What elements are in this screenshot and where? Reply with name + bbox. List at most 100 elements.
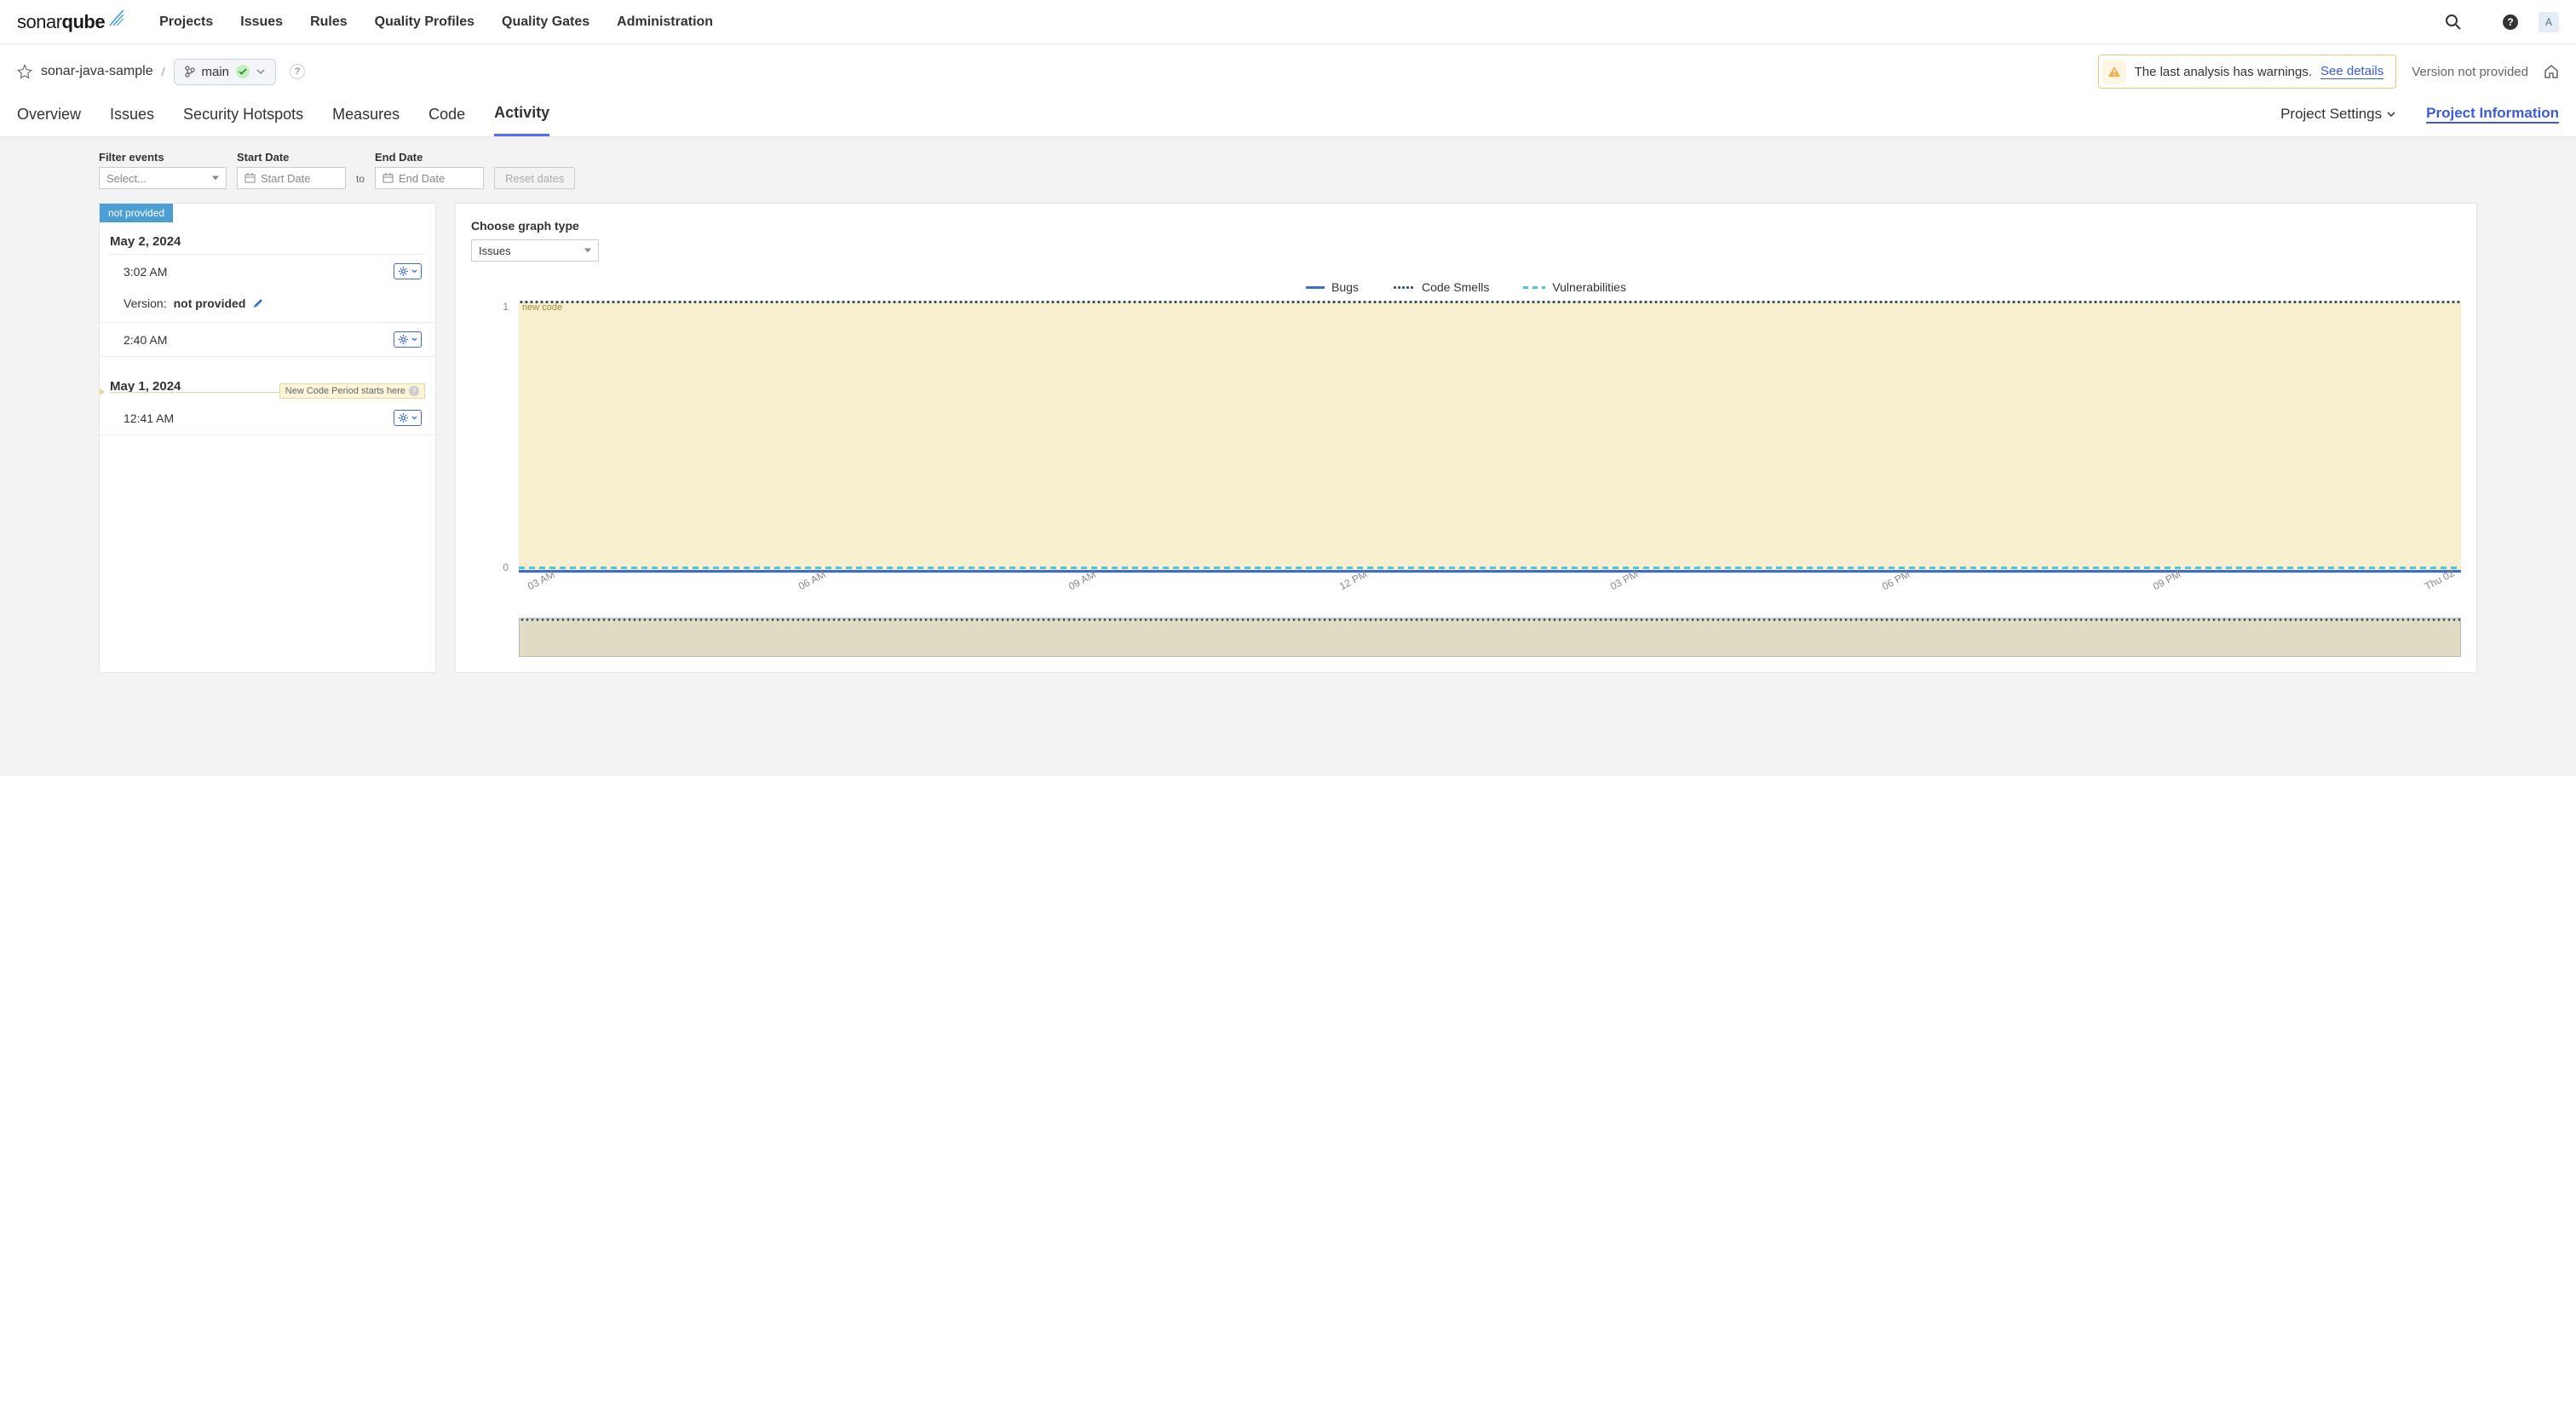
project-settings-dropdown[interactable]: Project Settings [2280, 106, 2395, 123]
entry-actions-button[interactable] [394, 263, 422, 279]
y-tick: 0 [485, 561, 509, 573]
warning-icon [2102, 60, 2126, 83]
graph-type-select[interactable]: Issues [471, 239, 599, 262]
not-provided-badge: not provided [100, 204, 173, 222]
breadcrumb-separator: / [162, 65, 165, 78]
gear-icon [398, 334, 409, 345]
activity-date-heading: May 2, 2024 [100, 222, 435, 254]
choose-graph-label: Choose graph type [471, 219, 2461, 233]
project-name: sonar-java-sample [41, 64, 153, 79]
pencil-icon[interactable] [252, 298, 263, 309]
chart-brush[interactable] [519, 618, 2461, 657]
activity-list-panel: not provided May 2, 2024 3:02 AM Version… [99, 203, 436, 673]
activity-version-row: Version: not provided [100, 288, 435, 323]
star-icon[interactable] [17, 64, 32, 79]
legend-swatch-dotted [1393, 286, 1415, 289]
tab-code[interactable]: Code [428, 106, 465, 135]
logo-waves-icon [108, 9, 125, 27]
start-date-label: Start Date [237, 151, 346, 164]
new-code-region-label: new code [522, 302, 562, 313]
tab-issues[interactable]: Issues [110, 106, 154, 135]
legend-vulnerabilities: Vulnerabilities [1523, 280, 1626, 294]
nav-issues[interactable]: Issues [240, 14, 283, 30]
brush-overview-line [520, 619, 2460, 621]
to-label: to [356, 173, 365, 189]
start-date-input[interactable]: Start Date [237, 167, 346, 189]
tab-security-hotspots[interactable]: Security Hotspots [183, 106, 303, 135]
activity-entry: 2:40 AM [100, 323, 435, 357]
chart-panel: Choose graph type Issues Bugs Code Smell… [455, 203, 2477, 673]
status-passed-icon [236, 65, 250, 78]
chevron-down-icon [411, 269, 417, 273]
legend-bugs-label: Bugs [1331, 280, 1359, 294]
chart-y-axis: 1 0 [485, 301, 509, 573]
help-icon[interactable]: ? [409, 386, 419, 396]
legend-vulns-label: Vulnerabilities [1552, 280, 1626, 294]
nav-administration[interactable]: Administration [617, 14, 713, 30]
calendar-icon [382, 173, 394, 183]
activity-entry: 3:02 AM [100, 255, 435, 288]
new-code-marker: New Code Period starts here ? [110, 392, 425, 393]
nav-rules[interactable]: Rules [310, 14, 348, 30]
y-tick: 1 [485, 301, 509, 313]
calendar-icon [244, 173, 256, 183]
legend-smells-label: Code Smells [1422, 280, 1489, 294]
legend-bugs: Bugs [1306, 280, 1359, 294]
entry-actions-button[interactable] [394, 331, 422, 348]
chart: 1 0 new code 03 AM 06 AM 09 AM 12 PM [471, 301, 2461, 657]
branch-name: main [202, 65, 230, 79]
topnav-items: Projects Issues Rules Quality Profiles Q… [159, 14, 713, 30]
chart-plot-area[interactable]: new code [519, 301, 2461, 573]
gear-icon [398, 266, 409, 277]
svg-text:?: ? [2507, 16, 2513, 28]
nav-quality-gates[interactable]: Quality Gates [502, 14, 589, 30]
help-icon[interactable]: ? [2503, 14, 2518, 30]
filters-row: Filter events Select... Start Date Start… [0, 151, 2576, 203]
see-details-link[interactable]: See details [2320, 64, 2383, 79]
tab-activity[interactable]: Activity [494, 104, 549, 136]
reset-dates-button[interactable]: Reset dates [494, 167, 575, 189]
activity-time: 3:02 AM [124, 265, 167, 279]
chart-legend: Bugs Code Smells Vulnerabilities [471, 280, 2461, 294]
end-date-input[interactable]: End Date [375, 167, 484, 189]
chevron-down-icon [256, 69, 265, 74]
project-settings-label: Project Settings [2280, 106, 2382, 123]
top-nav: sonarqube Projects Issues Rules Quality … [0, 0, 2576, 44]
filter-events-select[interactable]: Select... [99, 167, 227, 189]
branch-icon [185, 66, 195, 78]
home-icon[interactable] [2544, 64, 2559, 79]
logo[interactable]: sonarqube [17, 11, 125, 33]
branch-help-icon[interactable]: ? [290, 64, 305, 79]
nav-quality-profiles[interactable]: Quality Profiles [375, 14, 474, 30]
activity-entry: 12:41 AM [100, 401, 435, 435]
chevron-down-icon [2387, 112, 2395, 117]
end-date-placeholder: End Date [399, 172, 445, 185]
project-tabs: Overview Issues Security Hotspots Measur… [0, 89, 2576, 137]
filter-events-label: Filter events [99, 151, 227, 164]
content-area: Filter events Select... Start Date Start… [0, 137, 2576, 776]
legend-swatch-dashed [1523, 286, 1545, 289]
tab-measures[interactable]: Measures [332, 106, 400, 135]
gear-icon [398, 412, 409, 423]
end-date-label: End Date [375, 151, 484, 164]
project-information-link[interactable]: Project Information [2426, 105, 2559, 124]
entry-actions-button[interactable] [394, 410, 422, 426]
legend-swatch-solid [1306, 286, 1325, 289]
search-icon[interactable] [2445, 14, 2462, 31]
new-code-period-label: New Code Period starts here ? [279, 383, 425, 399]
chevron-down-icon [411, 337, 417, 342]
version-text: Version not provided [2412, 65, 2528, 79]
user-avatar[interactable]: A [2539, 12, 2559, 32]
nav-projects[interactable]: Projects [159, 14, 213, 30]
version-label: Version: [124, 296, 167, 310]
version-value: not provided [174, 296, 246, 310]
tab-overview[interactable]: Overview [17, 106, 81, 135]
branch-selector[interactable]: main [174, 59, 277, 85]
new-code-period-text: New Code Period starts here [285, 386, 405, 396]
activity-time: 2:40 AM [124, 333, 167, 347]
activity-time: 12:41 AM [124, 411, 174, 425]
analysis-warning-banner: The last analysis has warnings. See deta… [2098, 55, 2397, 89]
series-vulnerabilities-line [519, 567, 2461, 569]
chevron-down-icon [411, 416, 417, 420]
project-header: sonar-java-sample / main ? The last anal… [0, 44, 2576, 89]
